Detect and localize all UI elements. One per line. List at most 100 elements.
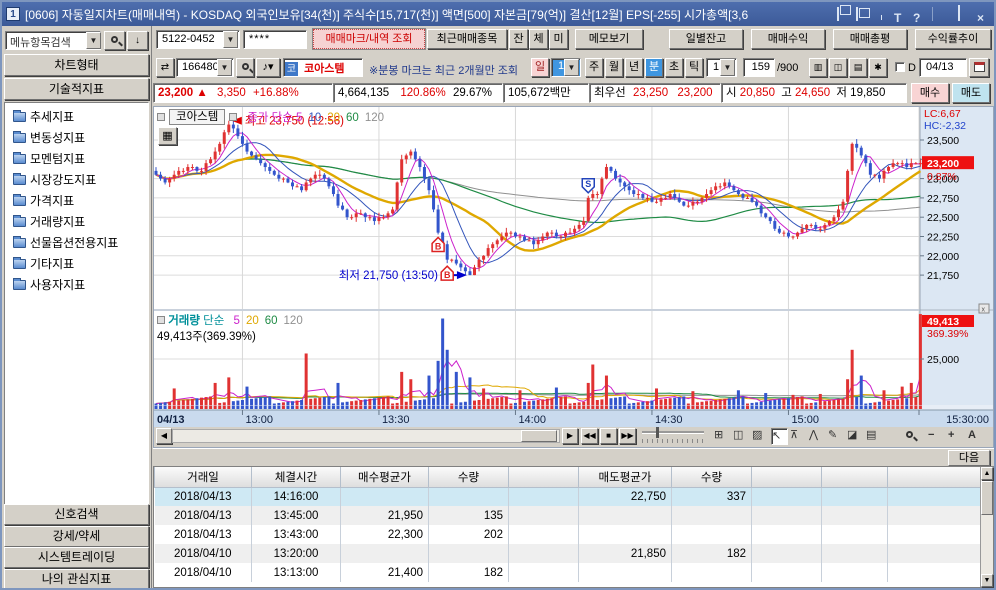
table-scrollbar-thumb[interactable] [981, 481, 993, 515]
minute-combo-arrow-icon[interactable] [564, 59, 579, 76]
restore-window-icon[interactable] [837, 7, 850, 21]
table-row[interactable]: 2018/04/13 13:43:00 22,300 202 [154, 525, 981, 544]
daily-balance-button[interactable]: 일별잔고 [669, 29, 743, 49]
stock-tab[interactable]: 코아스템 [169, 109, 226, 125]
indicator-toggle-icon[interactable] [229, 113, 238, 121]
multi-chart-icon[interactable]: ◫ [829, 58, 847, 77]
period-year-button[interactable]: 년 [625, 58, 643, 77]
menu-search-button[interactable] [104, 31, 125, 50]
price-volume-chart[interactable]: 최고 23,750 (12:56)최저 21,750 (13:50)BBSLC:… [154, 107, 993, 427]
tree-item-변동성지표[interactable]: 변동성지표 [7, 128, 146, 149]
chart-tool-icon-5[interactable]: ⋀ [809, 428, 826, 445]
period-second-button[interactable]: 초 [665, 58, 683, 77]
pin-icon[interactable] [875, 8, 888, 20]
section-chart-type[interactable]: 차트형태 [4, 54, 149, 76]
column-header[interactable]: 수량 [671, 467, 752, 488]
column-header[interactable] [821, 467, 888, 488]
table-row[interactable]: 2018/04/13 14:16:00 22,750 337 [154, 487, 981, 506]
zoom-in-icon[interactable]: + [948, 428, 965, 445]
scroll-left-icon[interactable]: ◀ [156, 428, 172, 444]
speed-slider-thumb[interactable] [656, 427, 659, 438]
column-header[interactable]: 체결시간 [251, 467, 341, 488]
sidebar-button-나의 관심지표[interactable]: 나의 관심지표 [4, 568, 149, 588]
next-page-button[interactable]: 다음 [948, 450, 990, 466]
column-header[interactable]: 수량 [428, 467, 509, 488]
chart-tool-icon-7[interactable]: ◪ [847, 428, 864, 445]
tree-item-추세지표[interactable]: 추세지표 [7, 107, 146, 128]
sidebar-button-신호검색[interactable]: 신호검색 [4, 504, 149, 525]
password-field[interactable]: **** [243, 30, 307, 49]
account-combo-arrow-icon[interactable] [223, 31, 238, 48]
table-row[interactable]: 2018/04/10 13:20:00 21,850 182 [154, 544, 981, 563]
link-window-icon[interactable]: ⇄ [156, 58, 174, 77]
compare-chart-icon[interactable]: ▥ [809, 58, 827, 77]
date-input[interactable]: 04/13 [919, 58, 967, 77]
zoom-search-icon[interactable] [906, 428, 923, 445]
period-day-button[interactable]: 일 [531, 58, 549, 77]
stock-code-combo-arrow-icon[interactable] [217, 59, 232, 76]
recent-trades-button[interactable]: 최근매매종목 [427, 29, 507, 49]
tree-item-사용자지표[interactable]: 사용자지표 [7, 275, 146, 296]
memo-button[interactable]: 메모보기 [575, 29, 643, 49]
zoom-out-icon[interactable]: − [928, 428, 945, 445]
column-header[interactable]: 매수평균가 [340, 467, 429, 488]
period-week-button[interactable]: 주 [585, 58, 603, 77]
period-tick-button[interactable]: 틱 [685, 58, 703, 77]
chart-tool-icon-2[interactable]: ▨ [752, 428, 769, 445]
volume-collapse-icon[interactable] [157, 316, 165, 324]
chart-scrollbar-thumb[interactable] [521, 430, 557, 442]
stock-search-icon[interactable] [236, 58, 254, 77]
d-checkbox[interactable] [895, 62, 905, 72]
chart-tool-icon-6[interactable]: ✎ [828, 428, 845, 445]
collapse-pane-icon[interactable] [157, 113, 165, 121]
period-minute-button[interactable]: 분 [645, 58, 663, 77]
table-row[interactable]: 2018/04/13 13:45:00 21,950 135 [154, 506, 981, 525]
calendar-icon[interactable] [969, 58, 989, 77]
maximize-button[interactable] [958, 5, 971, 21]
help-icon[interactable]: ? [913, 8, 926, 25]
menu-down-button[interactable]: ↓ [127, 31, 148, 50]
tree-item-거래량지표[interactable]: 거래량지표 [7, 212, 146, 233]
forward-icon[interactable]: ▶▶ [619, 428, 636, 444]
duplicate-window-icon[interactable] [856, 7, 869, 21]
chart-tool-icon-8[interactable]: ▤ [866, 428, 883, 445]
period-month-button[interactable]: 월 [605, 58, 623, 77]
stop-icon[interactable]: ■ [600, 428, 617, 444]
yield-trend-button[interactable]: 수익률추이 [915, 29, 991, 49]
tree-item-모멘텀지표[interactable]: 모멘텀지표 [7, 149, 146, 170]
text-tool-icon[interactable]: T [894, 8, 907, 25]
chart-tool-icon-0[interactable]: ⊞ [714, 428, 731, 445]
section-technical-indicators[interactable]: 기술적지표 [4, 78, 149, 100]
scroll-down-icon[interactable]: ▼ [981, 574, 993, 587]
trade-review-button[interactable]: 매매총평 [833, 29, 907, 49]
column-header[interactable]: 거래일 [154, 467, 252, 488]
tree-item-가격지표[interactable]: 가격지표 [7, 191, 146, 212]
trade-profit-button[interactable]: 매매수익 [751, 29, 825, 49]
trade-mark-query-button[interactable]: 매매마크/내역 조회 [312, 28, 426, 50]
bar-count-input[interactable]: 159 [743, 58, 775, 77]
scroll-right-icon[interactable]: ▶ [562, 428, 578, 444]
buy-button[interactable]: 매수 [911, 83, 949, 103]
sound-icon[interactable]: ♪▾ [256, 58, 280, 77]
column-header[interactable] [508, 467, 579, 488]
chart-grid-icon[interactable]: ▦ [158, 127, 177, 145]
auto-scale-icon[interactable]: A [968, 428, 985, 445]
table-row[interactable]: 2018/04/10 13:13:00 21,400 182 [154, 563, 981, 582]
settings-gear-icon[interactable]: ✱ [869, 58, 887, 77]
chart-tool-icon-4[interactable]: ⊼ [790, 428, 807, 445]
mi-button[interactable]: 미 [549, 29, 568, 49]
column-header[interactable]: 매도평균가 [578, 467, 672, 488]
save-chart-icon[interactable]: ▤ [849, 58, 867, 77]
column-header[interactable] [751, 467, 822, 488]
scroll-up-icon[interactable]: ▲ [981, 467, 993, 480]
chart-tool-icon-3[interactable]: ↖ [771, 428, 788, 445]
tick-combo-arrow-icon[interactable] [720, 59, 735, 76]
chart-tool-icon-1[interactable]: ◫ [733, 428, 750, 445]
table-scrollbar[interactable]: ▲ ▼ [980, 467, 993, 587]
speed-slider[interactable] [642, 427, 704, 438]
tree-item-선물옵션전용지표[interactable]: 선물옵션전용지표 [7, 233, 146, 254]
minimize-button[interactable] [939, 8, 952, 20]
chart-scrollbar[interactable] [172, 429, 560, 443]
jan-button[interactable]: 잔 [509, 29, 528, 49]
sell-button[interactable]: 매도 [952, 83, 990, 103]
